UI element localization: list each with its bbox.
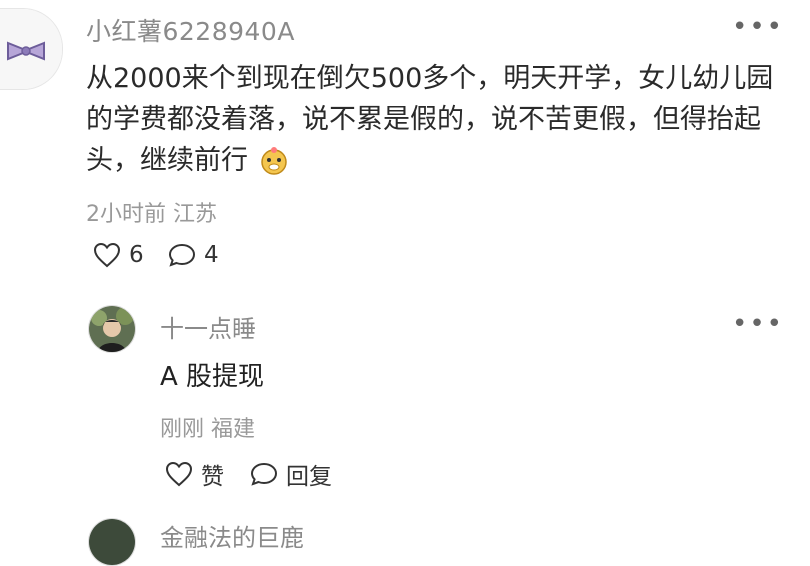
comment-content: 从2000来个到现在倒欠500多个，明天开学，女儿幼儿园的学费都没着落，说不累是… <box>86 58 776 187</box>
reply-to-reply-button[interactable]: 回复 <box>250 457 332 491</box>
chat-bubble-icon <box>250 462 278 486</box>
like-button[interactable]: 6 <box>93 242 144 268</box>
heart-icon <box>165 461 193 487</box>
reply-label: 回复 <box>286 464 332 490</box>
reply-meta: 刚刚 福建 <box>160 417 255 442</box>
reply-username[interactable]: 十一点睡 <box>160 309 256 344</box>
reply-like-button[interactable]: 赞 <box>165 457 224 491</box>
reply-content: A 股提现 <box>160 362 265 392</box>
chat-bubble-icon <box>168 243 196 267</box>
reply-count-button[interactable]: 4 <box>168 242 219 268</box>
reply-avatar[interactable] <box>88 305 136 353</box>
next-reply-username[interactable]: 金融法的巨鹿 <box>160 518 304 553</box>
next-avatar-photo <box>89 519 135 565</box>
reply-count: 4 <box>204 242 219 268</box>
comment-meta: 2小时前 江苏 <box>86 202 217 227</box>
person-photo-avatar <box>89 306 135 352</box>
reply-like-label: 赞 <box>201 464 224 490</box>
next-reply-avatar[interactable] <box>88 518 136 566</box>
bow-avatar-icon <box>0 9 62 89</box>
heart-icon <box>93 242 121 268</box>
reply-more-icon[interactable]: ••• <box>732 309 784 339</box>
dog-face-emoji-icon <box>259 145 289 187</box>
comment-avatar[interactable] <box>0 8 63 90</box>
comment-text: 从2000来个到现在倒欠500多个，明天开学，女儿幼儿园的学费都没着落，说不累是… <box>86 63 774 176</box>
comment-username[interactable]: 小红薯6228940A <box>86 12 295 48</box>
like-count: 6 <box>129 242 144 268</box>
more-icon[interactable]: ••• <box>732 12 784 42</box>
